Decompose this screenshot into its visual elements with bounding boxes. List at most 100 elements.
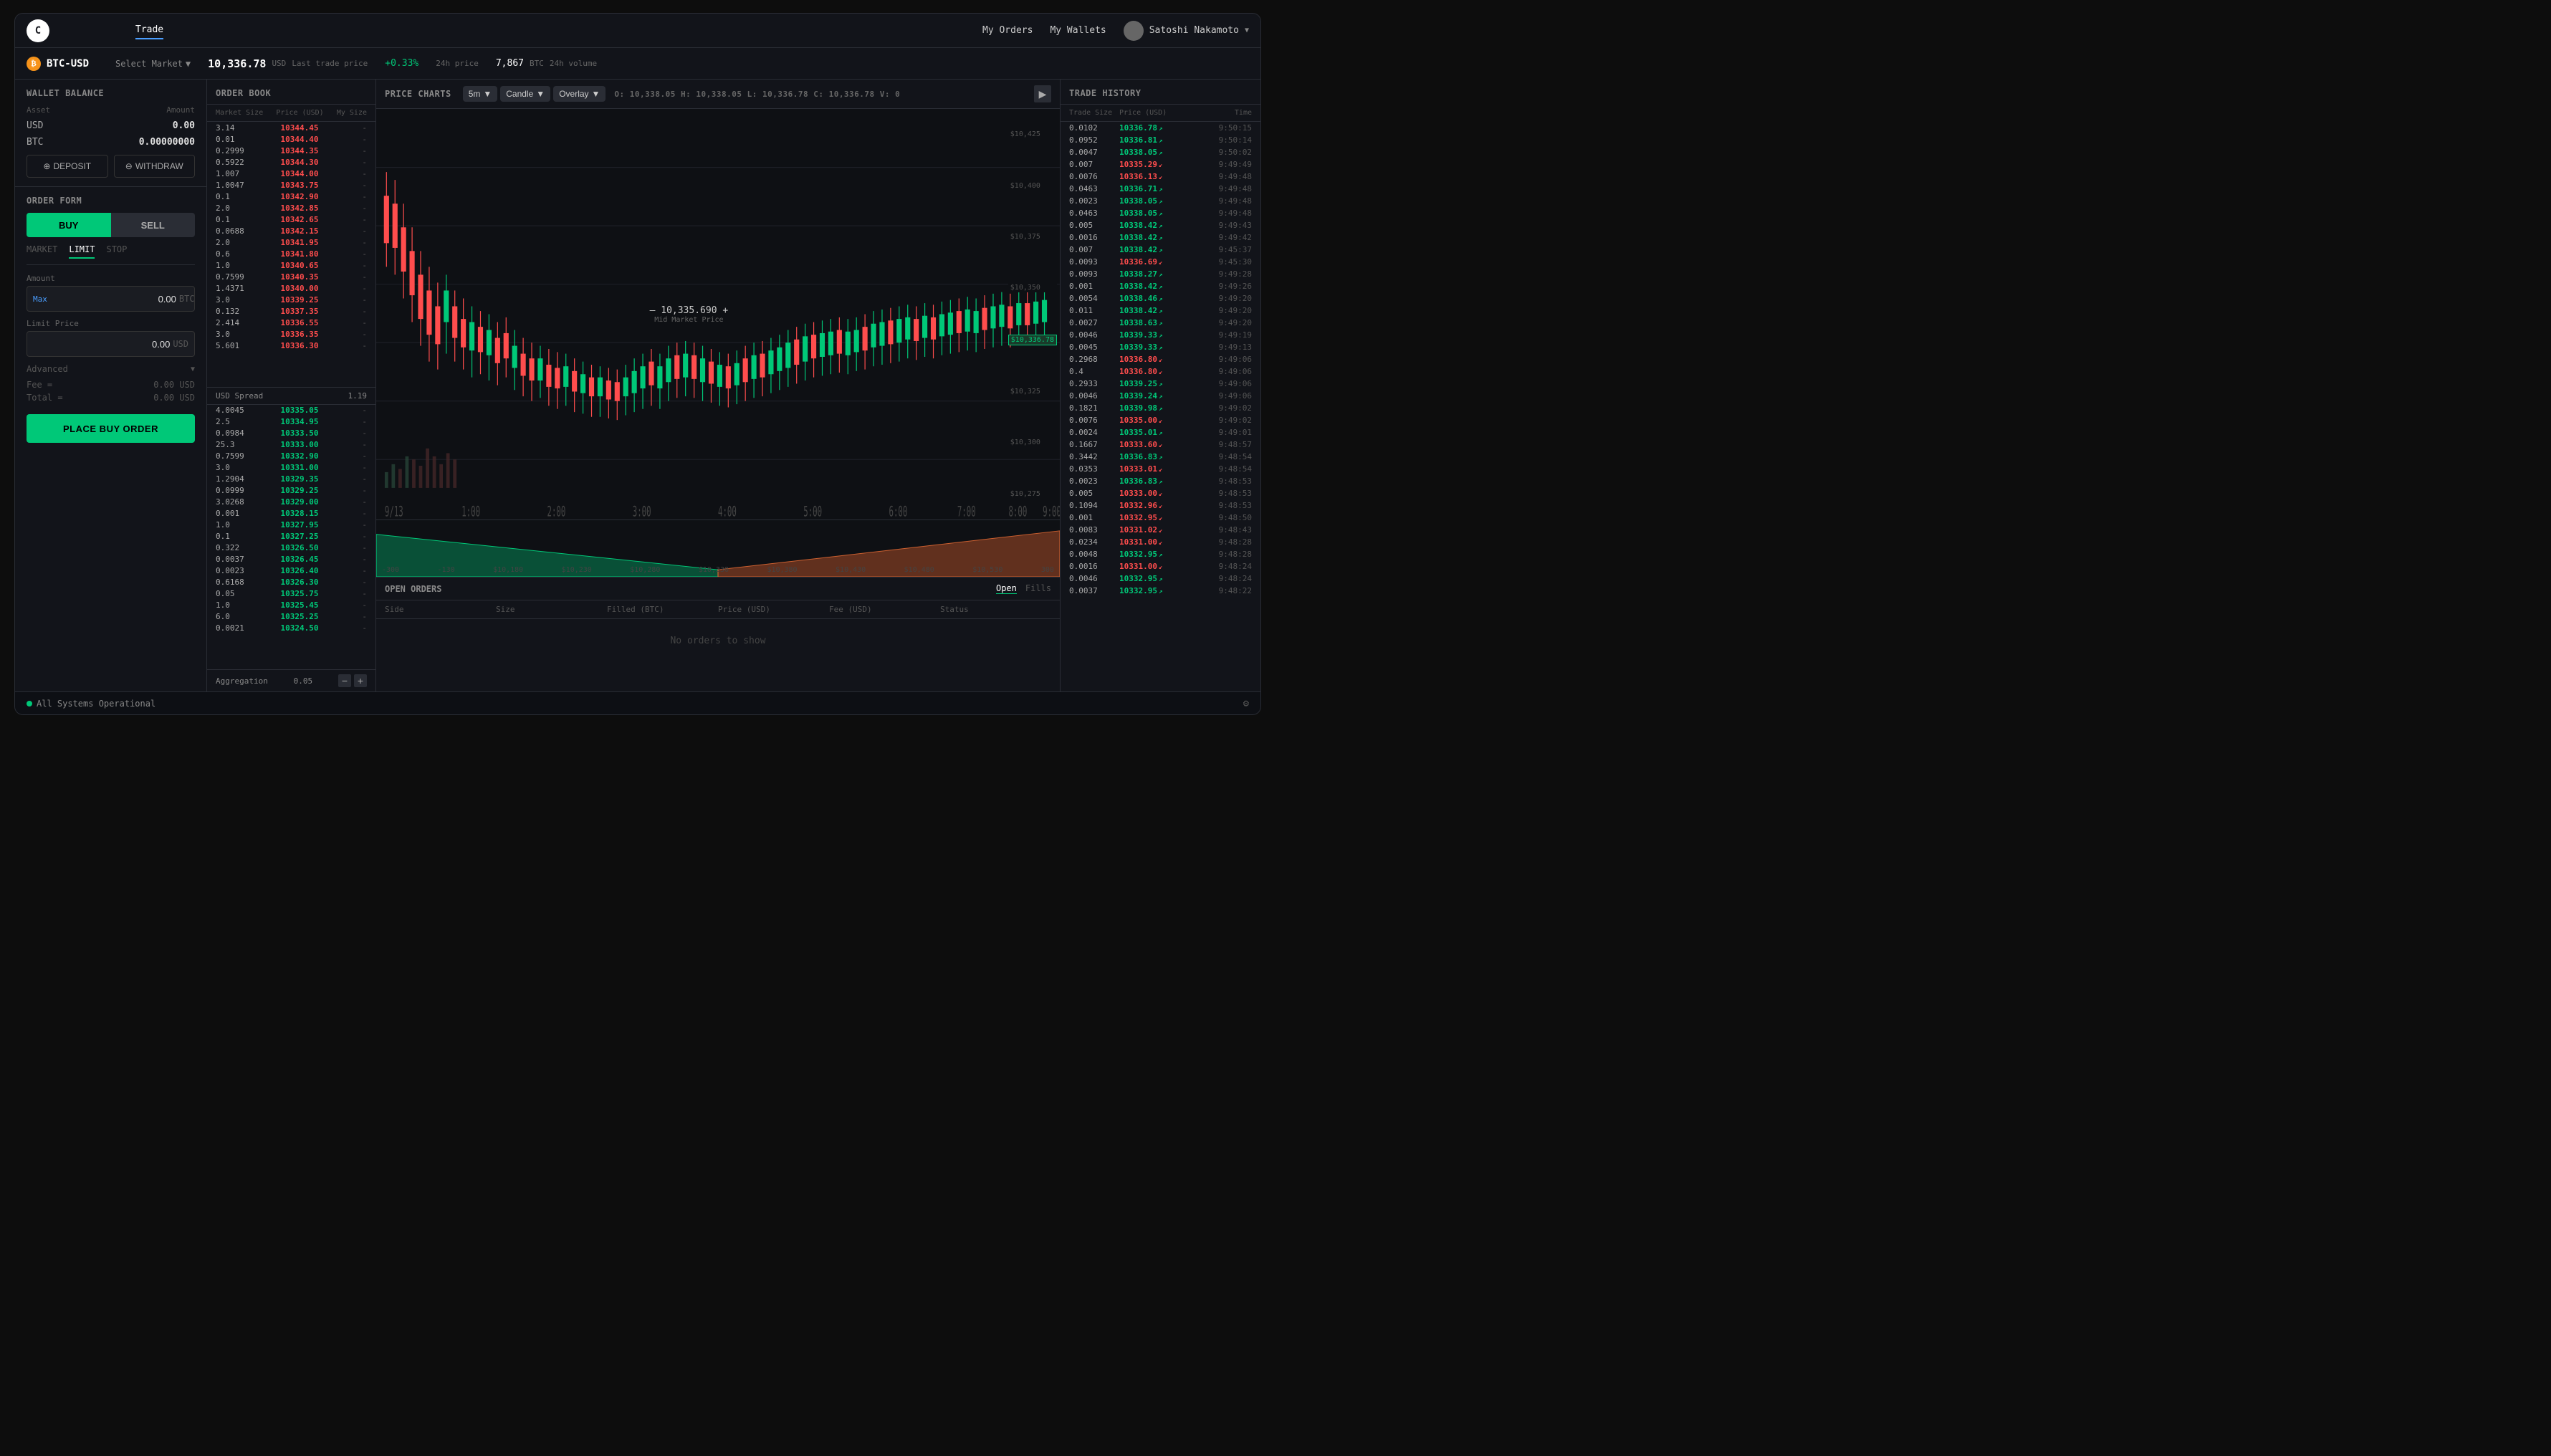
withdraw-button[interactable]: ⊖ WITHDRAW	[114, 155, 196, 178]
overlay-button[interactable]: Overlay ▼	[553, 86, 606, 102]
amount-unit: BTC	[179, 294, 195, 304]
ob-ask-row[interactable]: 1.0047 10343.75 -	[207, 179, 375, 191]
th-trade-size: 0.4	[1069, 367, 1119, 376]
th-trade-time: 9:48:28	[1209, 537, 1252, 547]
ob-bid-row[interactable]: 0.0023 10326.40 -	[207, 565, 375, 577]
sell-tab[interactable]: SELL	[111, 213, 196, 237]
ob-bid-row[interactable]: 0.7599 10332.90 -	[207, 451, 375, 462]
ob-ask-size: 0.0688	[216, 226, 266, 236]
direction-arrow: ↗	[1159, 332, 1162, 340]
ob-ask-row[interactable]: 0.01 10344.40 -	[207, 133, 375, 145]
th-trade-size: 0.0952	[1069, 135, 1119, 145]
ob-ask-row[interactable]: 0.2999 10344.35 -	[207, 145, 375, 156]
ob-ask-row[interactable]: 3.14 10344.45 -	[207, 122, 375, 133]
timeframe-button[interactable]: 5m ▼	[463, 86, 498, 102]
ob-bid-size: 0.0023	[216, 566, 266, 575]
ob-ask-row[interactable]: 0.5922 10344.30 -	[207, 156, 375, 168]
limit-price-input[interactable]	[33, 339, 170, 350]
ob-ask-row[interactable]: 0.1 10342.90 -	[207, 191, 375, 202]
ob-ask-row[interactable]: 0.7599 10340.35 -	[207, 271, 375, 282]
total-value: 0.00 USD	[153, 393, 195, 403]
order-type-limit[interactable]: LIMIT	[69, 244, 95, 259]
ob-bid-mysize: -	[345, 589, 367, 598]
ob-ask-row[interactable]: 3.0 10336.35 -	[207, 328, 375, 340]
ob-bid-row[interactable]: 0.0037 10326.45 -	[207, 554, 375, 565]
th-trade-price: 10336.78↗	[1119, 123, 1209, 133]
ob-ask-row[interactable]: 2.0 10342.85 -	[207, 202, 375, 214]
ob-bid-size: 0.05	[216, 589, 266, 598]
chart-area[interactable]: $10,425 $10,400 $10,375 $10,350 $10,336.…	[376, 109, 1060, 519]
depth-label-8: $10,480	[904, 566, 934, 574]
status-text: All Systems Operational	[37, 699, 155, 709]
ob-ask-mysize: -	[345, 215, 367, 224]
ob-ask-row[interactable]: 2.0 10341.95 -	[207, 236, 375, 248]
ob-ask-row[interactable]: 3.0 10339.25 -	[207, 294, 375, 305]
order-type-stop[interactable]: STOP	[106, 244, 127, 259]
ob-bid-row[interactable]: 0.05 10325.75 -	[207, 588, 375, 600]
ob-bid-mysize: -	[345, 566, 367, 575]
order-type-market[interactable]: MARKET	[27, 244, 57, 259]
chart-type-button[interactable]: Candle ▼	[500, 86, 550, 102]
advanced-row[interactable]: Advanced ▼	[27, 364, 195, 374]
ob-bid-row[interactable]: 4.0045 10335.05 -	[207, 405, 375, 416]
deposit-button[interactable]: ⊕ DEPOSIT	[27, 155, 108, 178]
oo-tab-open[interactable]: Open	[996, 583, 1017, 594]
ob-bid-row[interactable]: 25.3 10333.00 -	[207, 439, 375, 451]
table-row: 0.0047 10338.05↗ 9:50:02	[1061, 146, 1260, 158]
ob-ask-row[interactable]: 1.4371 10340.00 -	[207, 282, 375, 294]
settings-icon[interactable]: ⚙	[1243, 698, 1249, 709]
ob-ask-size: 2.414	[216, 318, 266, 327]
ob-ask-row[interactable]: 1.007 10344.00 -	[207, 168, 375, 179]
spread-value: 1.19	[348, 391, 368, 401]
price-charts-panel: Price Charts 5m ▼ Candle ▼ Overlay ▼ O: …	[376, 80, 1060, 577]
limit-price-input-row[interactable]: USD	[27, 331, 195, 357]
nav-my-wallets[interactable]: My Wallets	[1050, 25, 1106, 36]
user-area[interactable]: Satoshi Nakamoto ▼	[1124, 21, 1249, 41]
ob-bid-row[interactable]: 0.001 10328.15 -	[207, 508, 375, 519]
ob-bid-mysize: -	[345, 555, 367, 564]
ob-bid-row[interactable]: 0.0984 10333.50 -	[207, 428, 375, 439]
ob-ask-row[interactable]: 5.601 10336.30 -	[207, 340, 375, 351]
limit-price-label: Limit Price	[27, 319, 195, 328]
ob-bid-price: 10334.95	[281, 417, 331, 426]
amount-input-row[interactable]: Max BTC	[27, 286, 195, 312]
th-trade-size: 0.1821	[1069, 403, 1119, 413]
ob-bid-row[interactable]: 0.0999 10329.25 -	[207, 485, 375, 497]
buy-tab[interactable]: BUY	[27, 213, 111, 237]
nav-tab-trade[interactable]: Trade	[135, 21, 163, 39]
ob-bid-row[interactable]: 1.0 10325.45 -	[207, 600, 375, 611]
direction-arrow: ↗	[1159, 284, 1162, 291]
ob-ask-row[interactable]: 0.6 10341.80 -	[207, 248, 375, 259]
ob-bid-row[interactable]: 1.2904 10329.35 -	[207, 474, 375, 485]
ob-ask-row[interactable]: 0.1 10342.65 -	[207, 214, 375, 225]
amount-btc: 0.00000000	[139, 137, 195, 148]
ob-ask-row[interactable]: 2.414 10336.55 -	[207, 317, 375, 328]
max-button[interactable]: Max	[33, 294, 47, 304]
ob-bid-row[interactable]: 2.5 10334.95 -	[207, 416, 375, 428]
table-row: 0.0093 10336.69↙ 9:45:30	[1061, 256, 1260, 268]
th-trade-time: 9:49:06	[1209, 355, 1252, 364]
ob-bid-row[interactable]: 0.322 10326.50 -	[207, 542, 375, 554]
oo-tab-fills[interactable]: Fills	[1025, 583, 1051, 594]
ob-bid-row[interactable]: 0.1 10327.25 -	[207, 531, 375, 542]
chart-nav-right[interactable]: ▶	[1034, 85, 1051, 102]
svg-text:4:00: 4:00	[718, 503, 737, 519]
ob-ask-row[interactable]: 0.132 10337.35 -	[207, 305, 375, 317]
nav-my-orders[interactable]: My Orders	[982, 25, 1033, 36]
select-market[interactable]: Select Market ▼	[115, 59, 191, 69]
ob-bid-row[interactable]: 3.0268 10329.00 -	[207, 497, 375, 508]
ob-bid-row[interactable]: 0.6168 10326.30 -	[207, 577, 375, 588]
th-trade-size: 0.0093	[1069, 269, 1119, 279]
ob-bid-row[interactable]: 6.0 10325.25 -	[207, 611, 375, 623]
place-order-button[interactable]: PLACE BUY ORDER	[27, 414, 195, 443]
ob-ask-row[interactable]: 1.0 10340.65 -	[207, 259, 375, 271]
amount-input[interactable]	[50, 294, 176, 305]
ob-bid-row[interactable]: 3.0 10331.00 -	[207, 462, 375, 474]
agg-plus-button[interactable]: +	[354, 674, 367, 687]
ob-bid-row[interactable]: 0.0021 10324.50 -	[207, 623, 375, 634]
ob-ask-row[interactable]: 0.0688 10342.15 -	[207, 225, 375, 236]
ob-bid-row[interactable]: 1.0 10327.95 -	[207, 519, 375, 531]
table-row: 0.1094 10332.96↙ 9:48:53	[1061, 499, 1260, 512]
agg-minus-button[interactable]: −	[338, 674, 351, 687]
ob-ask-mysize: -	[345, 146, 367, 155]
